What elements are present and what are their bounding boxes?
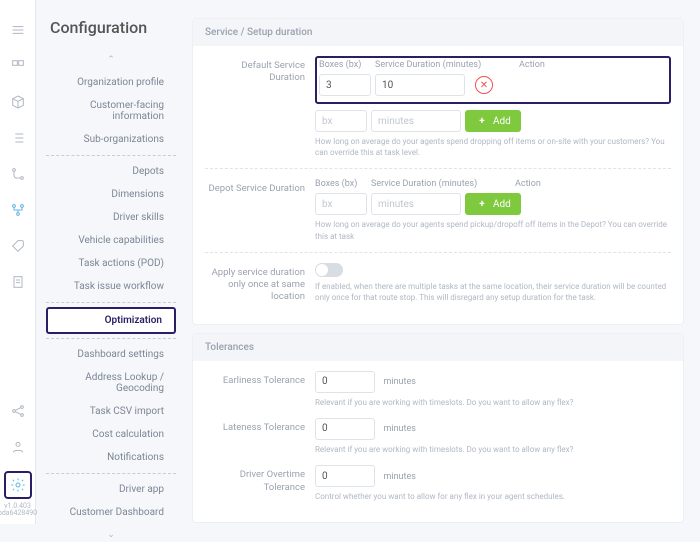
- add-default-row-button[interactable]: +Add: [465, 110, 521, 132]
- col-duration-depot: Service Duration (minutes): [371, 179, 511, 189]
- doc-icon[interactable]: [6, 270, 30, 294]
- chevron-down-icon[interactable]: ⌄: [46, 528, 176, 542]
- sidebar-item-org-profile[interactable]: Organization profile: [46, 71, 176, 94]
- sidebar-item-customer-dash[interactable]: Customer Dashboard: [46, 501, 176, 524]
- list-icon[interactable]: [6, 126, 30, 150]
- sidebar-item-customer-facing[interactable]: Customer-facing information: [46, 94, 176, 128]
- overtime-unit: minutes: [383, 472, 415, 482]
- col-action-depot: Action: [515, 179, 565, 189]
- depot-boxes-input[interactable]: [315, 193, 367, 215]
- main-content: Service / Setup duration Default Service…: [176, 0, 700, 524]
- sidebar-item-driver-app[interactable]: Driver app: [46, 478, 176, 501]
- tolerances-panel: Tolerances Earliness Tolerance minutes R…: [192, 333, 684, 524]
- sidebar-item-dashboard-settings[interactable]: Dashboard settings: [46, 343, 176, 366]
- flow-icon[interactable]: [6, 198, 30, 222]
- apply-once-toggle[interactable]: [315, 263, 343, 277]
- duration-input-new[interactable]: [371, 110, 461, 132]
- default-service-table: Boxes (bx) Service Duration (minutes) Ac…: [315, 56, 671, 104]
- earliness-input[interactable]: [315, 371, 375, 393]
- lateness-input[interactable]: [315, 418, 375, 440]
- share-icon[interactable]: [6, 399, 30, 423]
- plus-icon: +: [475, 197, 489, 211]
- service-panel: Service / Setup duration Default Service…: [192, 18, 684, 325]
- page-title: Configuration: [50, 18, 176, 37]
- default-service-hint: How long on average do your agents spend…: [315, 136, 671, 158]
- col-boxes-depot: Boxes (bx): [315, 179, 367, 189]
- depot-service-label: Depot Service Duration: [205, 179, 315, 195]
- col-action: Action: [519, 60, 569, 70]
- sidebar-item-dimensions[interactable]: Dimensions: [46, 183, 176, 206]
- version-label: v1.0.403bda6428490: [0, 503, 37, 518]
- overtime-hint: Control whether you want to allow for an…: [315, 491, 671, 502]
- lateness-unit: minutes: [383, 424, 415, 434]
- boxes-input[interactable]: [319, 74, 371, 96]
- duration-input[interactable]: [375, 74, 465, 96]
- earliness-unit: minutes: [383, 377, 415, 387]
- earliness-label: Earliness Tolerance: [205, 371, 315, 387]
- sidebar-item-depots[interactable]: Depots: [46, 160, 176, 183]
- dashboard-icon[interactable]: [6, 54, 30, 78]
- delete-row-icon[interactable]: ✕: [475, 76, 493, 94]
- route-icon[interactable]: [6, 162, 30, 186]
- add-depot-row-button[interactable]: +Add: [465, 193, 521, 215]
- overtime-input[interactable]: [315, 465, 375, 487]
- sidebar-item-task-actions[interactable]: Task actions (POD): [46, 252, 176, 275]
- apply-once-label: Apply service duration only once at same…: [205, 263, 315, 304]
- plus-icon: +: [475, 114, 489, 128]
- sidebar-item-address-lookup[interactable]: Address Lookup / Geocoding: [46, 366, 176, 400]
- sidebar-item-optimization[interactable]: Optimization: [46, 307, 176, 334]
- service-panel-heading: Service / Setup duration: [193, 19, 683, 46]
- sidebar-item-cost-calc[interactable]: Cost calculation: [46, 423, 176, 446]
- chevron-up-icon[interactable]: ⌃: [46, 53, 176, 67]
- depot-duration-input[interactable]: [371, 193, 461, 215]
- sidebar-item-task-csv[interactable]: Task CSV import: [46, 400, 176, 423]
- menu-icon[interactable]: [6, 18, 30, 42]
- apply-once-hint: If enabled, when there are multiple task…: [315, 281, 671, 303]
- config-sidebar: Configuration ⌃ Organization profile Cus…: [36, 0, 176, 524]
- depot-service-hint: How long on average do your agents spend…: [315, 219, 671, 241]
- lateness-label: Lateness Tolerance: [205, 418, 315, 434]
- sidebar-item-task-issue[interactable]: Task issue workflow: [46, 275, 176, 298]
- sidebar-item-sub-orgs[interactable]: Sub-organizations: [46, 128, 176, 151]
- sidebar-item-notifications[interactable]: Notifications: [46, 446, 176, 469]
- boxes-input-new[interactable]: [315, 110, 367, 132]
- tolerances-heading: Tolerances: [193, 334, 683, 361]
- lateness-hint: Relevant if you are working with timeslo…: [315, 444, 671, 455]
- col-duration: Service Duration (minutes): [375, 60, 515, 70]
- col-boxes: Boxes (bx): [319, 60, 371, 70]
- overtime-label: Driver Overtime Tolerance: [205, 465, 315, 494]
- tag-icon[interactable]: [6, 234, 30, 258]
- user-icon[interactable]: [6, 435, 30, 459]
- gear-icon[interactable]: [4, 471, 32, 499]
- default-service-label: Default Service Duration: [205, 56, 315, 85]
- icon-rail: v1.0.403bda6428490: [0, 0, 36, 524]
- earliness-hint: Relevant if you are working with timeslo…: [315, 397, 671, 408]
- sidebar-item-driver-skills[interactable]: Driver skills: [46, 206, 176, 229]
- box-icon[interactable]: [6, 90, 30, 114]
- sidebar-item-vehicle-caps[interactable]: Vehicle capabilities: [46, 229, 176, 252]
